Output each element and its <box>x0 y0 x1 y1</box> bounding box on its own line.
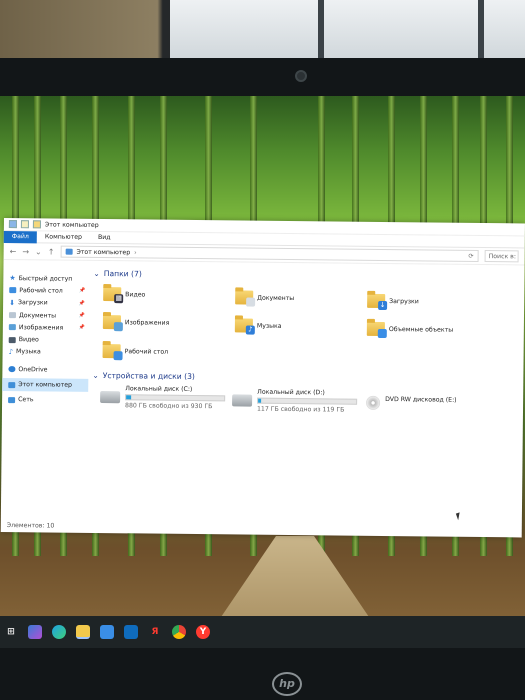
network-icon <box>8 396 16 403</box>
sidebar-item-documents[interactable]: Документы 📌 <box>3 309 89 322</box>
forward-icon[interactable]: → <box>22 247 29 256</box>
tab-computer[interactable]: Компьютер <box>37 231 90 244</box>
folders-group-header[interactable]: ⌄ Папки (7) <box>93 269 141 279</box>
sidebar-item-this-pc[interactable]: Этот компьютер <box>2 378 89 392</box>
sidebar-item-pictures[interactable]: Изображения 📌 <box>3 321 89 334</box>
pin-icon: 📌 <box>78 300 86 307</box>
recent-locations-icon[interactable]: ⌄ <box>35 247 42 256</box>
folder-item[interactable]: Изображения <box>102 315 170 332</box>
explorer-body: ★ Быстрый доступ Рабочий стол 📌 ⬇ Загрузк… <box>1 262 525 525</box>
address-bar[interactable]: Этот компьютер › ⟳ <box>60 245 479 262</box>
windows-icon[interactable]: ⊞ <box>4 625 18 639</box>
desktop-folder-icon <box>102 344 123 361</box>
store-icon[interactable] <box>100 625 114 639</box>
webcam <box>295 70 307 82</box>
drive-item[interactable]: Локальный диск (C:) 880 ГБ свободно из 9… <box>100 385 226 410</box>
properties-icon[interactable] <box>20 220 29 229</box>
new-folder-icon[interactable] <box>32 220 41 229</box>
dvd-drive-icon <box>366 395 381 410</box>
mouse-cursor <box>455 512 462 521</box>
drive-item[interactable]: Локальный диск (D:) 117 ГБ свободно из 1… <box>232 388 358 414</box>
pin-icon: 📌 <box>78 288 86 295</box>
pictures-folder-icon <box>102 315 123 332</box>
cloud-icon <box>8 366 16 373</box>
address-text: Этот компьютер <box>76 248 131 256</box>
drive-usage-bar <box>257 397 358 405</box>
sidebar-item-desktop[interactable]: Рабочий стол 📌 <box>3 284 89 297</box>
window-title: Этот компьютер <box>44 220 99 229</box>
hard-drive-icon <box>232 394 253 407</box>
yandex-icon[interactable]: Я <box>148 625 162 639</box>
yandex-browser-icon[interactable]: Y <box>196 625 210 639</box>
downloads-folder-icon: ↓ <box>367 293 388 311</box>
sidebar-item-music[interactable]: ♪ Музыка <box>3 346 89 359</box>
drive-usage-bar <box>125 394 226 402</box>
taskbar: ⊞ Я Y <box>0 616 525 648</box>
sidebar-item-downloads[interactable]: ⬇ Загрузки 📌 <box>3 297 89 310</box>
item-count: Элементов: 10 <box>6 522 55 530</box>
computer-icon <box>8 381 16 388</box>
chevron-down-icon: ⌄ <box>92 370 99 381</box>
tab-view[interactable]: Вид <box>90 231 119 243</box>
documents-folder-icon <box>235 290 256 307</box>
sidebar-item-onedrive[interactable]: OneDrive <box>2 363 88 376</box>
video-folder-icon: ▦ <box>103 287 124 304</box>
star-icon: ★ <box>9 274 16 283</box>
video-icon <box>8 336 16 343</box>
tab-file[interactable]: Файл <box>3 230 37 243</box>
pin-icon: 📌 <box>78 325 85 332</box>
folder-item[interactable]: ▦ Видео <box>103 287 145 304</box>
folder-item[interactable]: Рабочий стол <box>102 344 169 361</box>
pin-icon: 📌 <box>78 312 86 319</box>
drive-usage-fill <box>258 398 262 403</box>
content-pane: ⌄ Папки (7) ▦ Видео Документы ↓ Загрузки… <box>87 263 525 526</box>
sidebar-item-videos[interactable]: Видео <box>3 333 89 346</box>
copilot-icon[interactable] <box>28 625 42 639</box>
folder-item[interactable]: Объемные объекты <box>366 321 453 339</box>
drive-usage-fill <box>126 395 132 400</box>
app-icon <box>8 220 17 229</box>
chevron-right-icon: › <box>134 248 137 256</box>
file-explorer-window: Этот компьютер Файл Компьютер Вид ← → ⌄ … <box>0 218 525 538</box>
chrome-icon[interactable] <box>172 625 186 639</box>
refresh-icon[interactable]: ⟳ <box>468 252 473 259</box>
drives-group-header[interactable]: ⌄ Устройства и диски (3) <box>92 371 195 381</box>
window-frame <box>318 0 324 62</box>
back-icon[interactable]: ← <box>10 247 17 256</box>
window-frame <box>478 0 484 62</box>
3d-objects-folder-icon <box>366 321 387 339</box>
edge-icon[interactable] <box>52 625 66 639</box>
drive-item[interactable]: DVD RW дисковод (E:) <box>366 392 457 411</box>
download-icon: ⬇ <box>9 298 16 307</box>
up-icon[interactable]: ↑ <box>48 247 55 256</box>
desktop-icon <box>9 287 17 294</box>
computer-icon <box>65 248 73 255</box>
sidebar-item-quick-access[interactable]: ★ Быстрый доступ <box>3 272 89 285</box>
chevron-down-icon: ⌄ <box>93 268 100 279</box>
photo-scene: ⊞ Я Y Этот компьютер Файл Компьютер Вид … <box>0 0 525 700</box>
music-icon: ♪ <box>8 347 14 357</box>
folder-item[interactable]: ↓ Загрузки <box>367 293 419 311</box>
search-input[interactable]: Поиск в: <box>484 250 519 263</box>
music-folder-icon: ♪ <box>234 318 255 335</box>
hard-drive-icon <box>100 391 121 404</box>
folder-item[interactable]: ♪ Музыка <box>234 318 282 335</box>
room-window <box>170 0 525 62</box>
document-icon <box>8 312 17 319</box>
folder-item[interactable]: Документы <box>235 290 294 307</box>
hp-logo: hp <box>272 672 302 696</box>
file-explorer-icon[interactable] <box>76 625 90 639</box>
outlook-icon[interactable] <box>124 625 138 639</box>
image-icon <box>8 324 16 331</box>
sidebar-item-network[interactable]: Сеть <box>2 394 88 407</box>
navigation-pane: ★ Быстрый доступ Рабочий стол 📌 ⬇ Загрузк… <box>1 262 90 521</box>
